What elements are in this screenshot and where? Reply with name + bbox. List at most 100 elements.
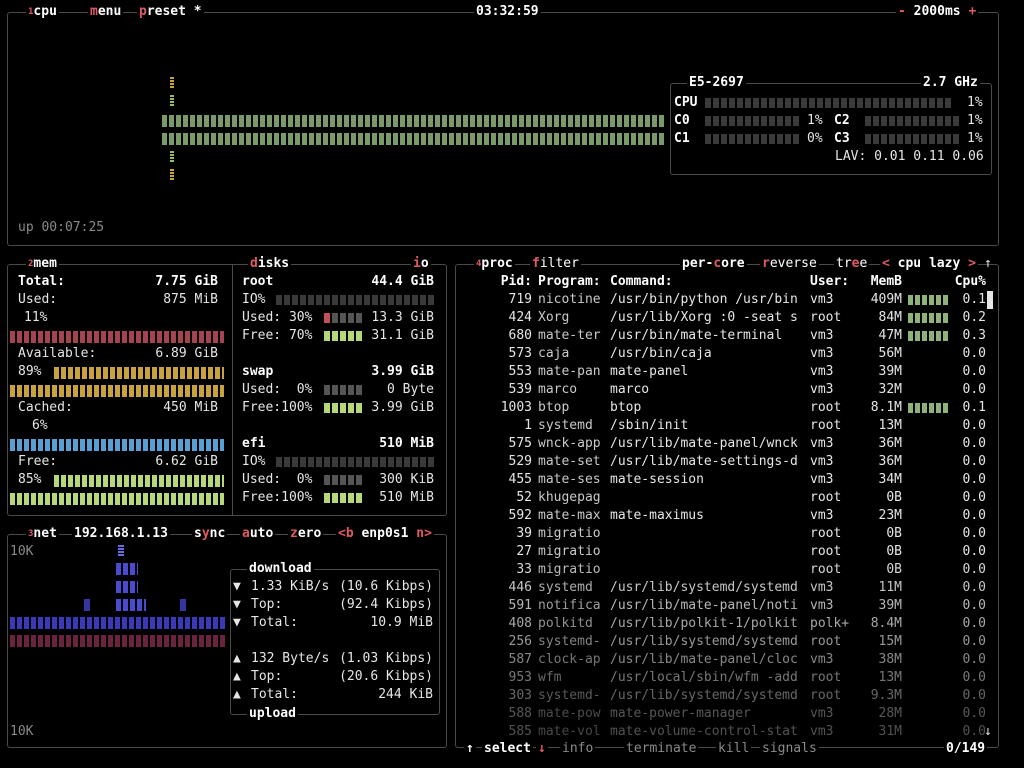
io-toggle[interactable]: io [411, 256, 431, 272]
net-graph [10, 545, 226, 655]
net-interface-selector[interactable]: <b enp0s1 n> [336, 526, 434, 542]
refresh-rate[interactable]: - 2000ms + [896, 4, 979, 20]
cpu-cell: 0.3 [962, 328, 986, 343]
table-row[interactable]: 587 clock-ap/usr/lib/mate-panel/cloc vm3 38… [464, 651, 996, 669]
program-cell: systemd- [538, 634, 601, 649]
menu-button[interactable]: menu [88, 4, 124, 20]
header-cpu[interactable]: Cpu% [948, 273, 986, 291]
cpu-mini-graph [908, 709, 948, 719]
proc-title[interactable]: 4proc [474, 256, 515, 272]
upload-top-label: Top: [251, 669, 283, 684]
table-row[interactable]: 539 marco marco vm3 32M 0.0 [464, 381, 996, 399]
mem-cell: 13M [878, 418, 902, 433]
disk-efi-io-meter [276, 457, 436, 467]
table-row[interactable]: 553 mate-pan mate-panel vm3 39M 0.0 [464, 363, 996, 381]
scroll-thumb[interactable] [987, 291, 993, 309]
net-auto-toggle[interactable]: auto [240, 526, 276, 542]
scroll-down-icon[interactable]: ↓ [984, 723, 992, 741]
proc-per-core-toggle[interactable]: per-core [680, 256, 747, 272]
pid-cell: 256 [508, 634, 532, 649]
proc-scrollbar[interactable] [988, 289, 994, 737]
mem-used-meter [10, 331, 224, 343]
core-meter-c1 [705, 134, 801, 144]
proc-reverse-toggle[interactable]: reverse [760, 256, 819, 272]
net-zero-toggle[interactable]: zero [288, 526, 324, 542]
terminate-button[interactable]: terminate [624, 741, 699, 757]
table-row[interactable]: 591 notifica/usr/lib/mate-panel/noti vm3 39… [464, 597, 996, 615]
table-row[interactable]: 408 polkitd/usr/lib/polkit-1/polkit polk+ 8… [464, 615, 996, 633]
table-row[interactable]: 1 systemd/sbin/init root 13M 0.0 [464, 417, 996, 435]
scroll-up-icon[interactable]: ↑ [984, 255, 992, 273]
table-row[interactable]: 575 wnck-app/usr/lib/mate-panel/wnck vm3 36… [464, 435, 996, 453]
cpu-mini-graph [908, 475, 948, 485]
header-pid[interactable]: Pid: [464, 273, 532, 291]
info-button[interactable]: info [560, 741, 596, 757]
user-cell: vm3 [810, 328, 834, 343]
signals-button[interactable]: signals [760, 741, 819, 757]
table-row[interactable]: 424 Xorg/usr/lib/Xorg :0 -seat s root 84M 0.… [464, 309, 996, 327]
mem-cached-pct: 6% [32, 418, 48, 433]
table-row[interactable]: 953 wfm/usr/local/sbin/wfm -add root 13M 0.0 [464, 669, 996, 687]
mem-cell: 23M [878, 508, 902, 523]
select-down-icon[interactable]: ↓ [536, 741, 548, 757]
cpu-cell: 0.0 [962, 706, 986, 721]
program-cell: mate-ter [538, 328, 601, 343]
header-user[interactable]: User: [810, 273, 850, 291]
core-value-c1: 0% [807, 131, 823, 146]
program-cell: wnck-app [538, 436, 601, 451]
table-row[interactable]: 33 migratio root 0B 0.0 [464, 561, 996, 579]
user-cell: vm3 [810, 652, 834, 667]
table-row[interactable]: 52 khugepag root 0B 0.0 [464, 489, 996, 507]
table-row[interactable]: 455 mate-ses mate-session vm3 34M 0.0 [464, 471, 996, 489]
header-mem[interactable]: MemB [850, 273, 902, 291]
net-title[interactable]: 3net [26, 526, 59, 542]
mem-cell: 31M [878, 724, 902, 739]
table-row[interactable]: 529 mate-set/usr/lib/mate-settings-d vm3 36… [464, 453, 996, 471]
command-cell: /usr/bin/caja [610, 346, 712, 361]
command-cell: /usr/lib/mate-panel/cloc [610, 652, 798, 667]
proc-filter[interactable]: filter [530, 256, 581, 272]
mem-used-label: Used: [18, 292, 58, 307]
table-row[interactable]: 39 migratio root 0B 0.0 [464, 525, 996, 543]
cpu-cell: 0.0 [962, 598, 986, 613]
mem-title[interactable]: 2mem [26, 256, 59, 272]
table-row[interactable]: 592 mate-max mate-maximus vm3 23M 0.0 [464, 507, 996, 525]
table-row[interactable]: 573 caja/usr/bin/caja vm3 56M 0.0 [464, 345, 996, 363]
table-row[interactable]: 588 mate-pow mate-power-manager vm3 28M 0.0 [464, 705, 996, 723]
table-row[interactable]: 446 systemd/usr/lib/systemd/systemd vm3 11M… [464, 579, 996, 597]
preset-button[interactable]: preset * [137, 4, 204, 20]
table-row[interactable]: 256 systemd- /usr/lib/systemd/systemd root 1… [464, 633, 996, 651]
kill-button[interactable]: kill [716, 741, 752, 757]
header-command[interactable]: Command: [610, 273, 804, 291]
mem-cell: 56M [878, 346, 902, 361]
program-cell: systemd [538, 418, 593, 433]
mem-cell: 15M [878, 634, 902, 649]
mem-used-value: 875 MiB [163, 292, 218, 307]
proc-tree-toggle[interactable]: tree [834, 256, 870, 272]
table-row[interactable]: 27 migratio root 0B 0.0 [464, 543, 996, 561]
user-cell: vm3 [810, 292, 834, 307]
table-row[interactable]: 719 nicotine/usr/bin/python /usr/bin vm3 40… [464, 291, 996, 309]
download-total-value: 10.9 MiB [370, 615, 433, 630]
net-sync-toggle[interactable]: sync [192, 526, 228, 542]
disks-title[interactable]: disks [248, 256, 292, 272]
select-label[interactable]: select [482, 741, 533, 757]
command-cell: btop [610, 400, 642, 415]
select-up-icon[interactable]: ↑ [464, 741, 476, 757]
program-cell: khugepag [538, 490, 601, 505]
table-row[interactable]: 585 mate-vol mate-volume-control-stat vm3 31… [464, 723, 996, 741]
proc-sort-selector[interactable]: < cpu lazy > [880, 256, 978, 272]
header-program[interactable]: Program: [538, 273, 604, 291]
user-cell: root [810, 634, 842, 649]
disk-efi-name: efi [242, 436, 266, 451]
table-row[interactable]: 1003 btop btop root 8.1M 0.1 [464, 399, 996, 417]
cpu-title[interactable]: 1cpu [26, 4, 59, 20]
cpu-graph [162, 77, 668, 187]
mem-free-pct: 85% [18, 472, 42, 487]
program-cell: mate-vol [538, 724, 601, 739]
table-row[interactable]: 680 mate-ter/usr/bin/mate-terminal vm3 47M 0… [464, 327, 996, 345]
pid-cell: 1003 [500, 400, 532, 415]
proc-count: 0/149 [944, 741, 988, 757]
table-row[interactable]: 303 systemd- /usr/lib/systemd/systemd root 9… [464, 687, 996, 705]
user-cell: root [810, 670, 842, 685]
